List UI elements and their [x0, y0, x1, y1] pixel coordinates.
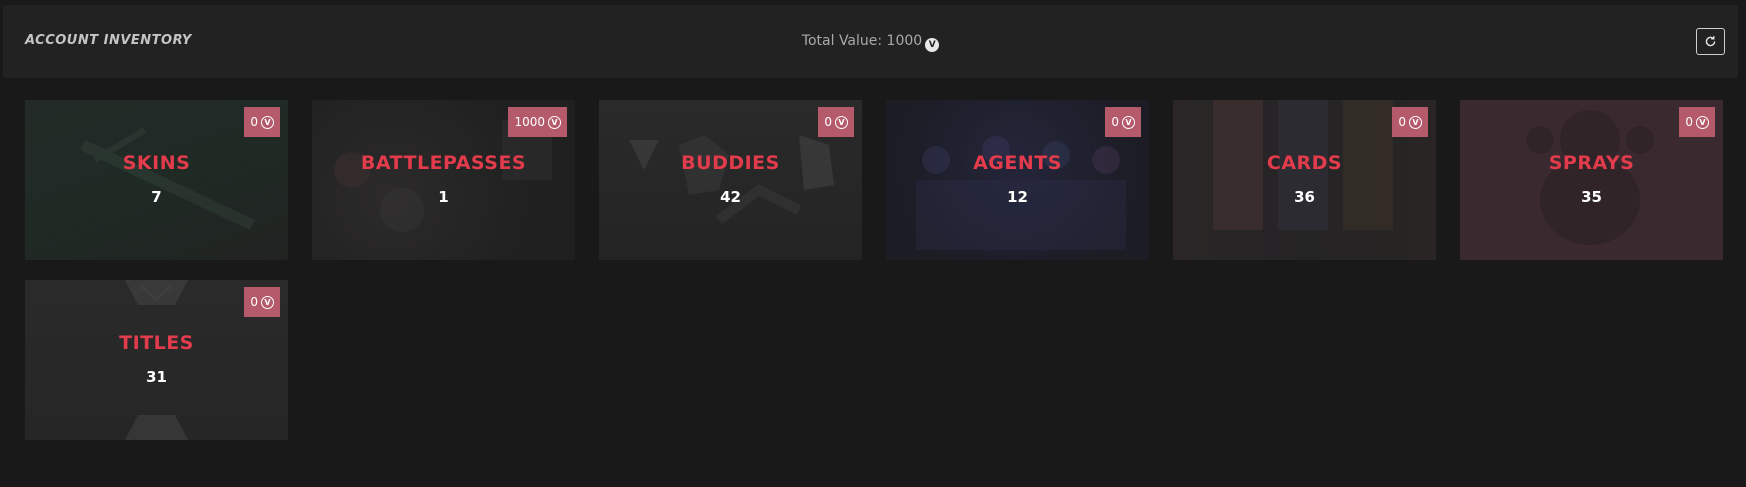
category-count: 31 — [146, 368, 167, 386]
total-value: Total Value: 1000 V — [3, 33, 1738, 52]
price-badge: 0V — [244, 287, 280, 317]
category-card-skins[interactable]: 0V SKINS 7 — [25, 100, 288, 260]
category-card-agents[interactable]: 0V AGENTS 12 — [886, 100, 1149, 260]
category-name: SKINS — [122, 152, 191, 174]
valorant-points-icon: V — [1409, 115, 1422, 129]
price-badge: 0V — [1105, 107, 1141, 137]
category-card-titles[interactable]: 0V TITLES 31 — [25, 280, 288, 440]
valorant-points-icon: V — [1696, 115, 1709, 129]
valorant-points-icon: V — [925, 38, 940, 52]
inventory-header: ACCOUNT INVENTORY Total Value: 1000 V — [3, 5, 1738, 78]
category-name: BUDDIES — [681, 152, 780, 174]
valorant-points-icon: V — [261, 295, 274, 309]
category-card-buddies[interactable]: 0V BUDDIES 42 — [599, 100, 862, 260]
valorant-points-icon: V — [1122, 115, 1135, 129]
total-value-label: Total Value: 1000 — [801, 33, 923, 49]
category-card-sprays[interactable]: 0V SPRAYS 35 — [1460, 100, 1723, 260]
category-name: AGENTS — [973, 152, 1062, 174]
category-count: 12 — [1007, 188, 1028, 206]
category-count: 35 — [1581, 188, 1602, 206]
price-badge: 0V — [244, 107, 280, 137]
valorant-points-icon: V — [548, 115, 561, 129]
inventory-grid: 0V SKINS 7 1000 V BATTLEPASSES 1 0V BUDDI… — [25, 100, 1723, 440]
category-name: TITLES — [119, 332, 194, 354]
category-name: BATTLEPASSES — [360, 152, 527, 174]
category-name: CARDS — [1266, 152, 1343, 174]
category-name: SPRAYS — [1548, 152, 1635, 174]
category-count: 1 — [438, 188, 449, 206]
category-card-battlepasses[interactable]: 1000 V BATTLEPASSES 1 — [312, 100, 575, 260]
price-badge: 0V — [818, 107, 854, 137]
price-badge: 0V — [1679, 107, 1715, 137]
category-count: 42 — [720, 188, 741, 206]
valorant-points-icon: V — [835, 115, 848, 129]
price-badge: 1000 V — [508, 107, 567, 137]
refresh-icon — [1705, 36, 1716, 47]
price-badge: 0V — [1392, 107, 1428, 137]
refresh-button[interactable] — [1696, 28, 1725, 55]
category-count: 7 — [151, 188, 162, 206]
category-card-cards[interactable]: 0V CARDS 36 — [1173, 100, 1436, 260]
category-count: 36 — [1294, 188, 1315, 206]
valorant-points-icon: V — [261, 115, 274, 129]
